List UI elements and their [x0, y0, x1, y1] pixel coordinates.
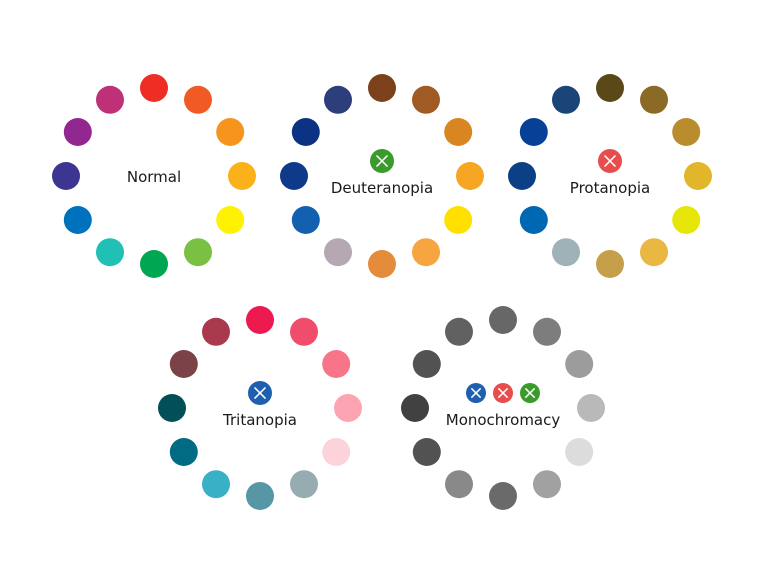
color-dot [96, 85, 124, 114]
color-dot [52, 162, 80, 190]
wheel-tritanopia: Tritanopia [158, 306, 362, 510]
color-dot [552, 238, 580, 267]
wheel-deuteranopia: Deuteranopia [280, 74, 484, 278]
color-dot [533, 470, 561, 499]
color-dot [672, 118, 701, 146]
color-dot [577, 394, 605, 422]
color-dot [640, 238, 668, 267]
color-dot [368, 74, 396, 102]
color-dot [184, 238, 212, 267]
x-icon [248, 381, 272, 405]
color-dot [63, 118, 92, 146]
color-dot [445, 470, 473, 499]
color-dot [508, 162, 536, 190]
color-dot [228, 162, 256, 190]
color-dot [184, 85, 212, 114]
color-dot [552, 85, 580, 114]
color-dot [533, 317, 561, 346]
color-dot [324, 238, 352, 267]
color-dot [158, 394, 186, 422]
color-dot [96, 238, 124, 267]
color-dot [322, 438, 351, 466]
color-dot [565, 438, 594, 466]
x-icon [466, 383, 486, 403]
color-dot [412, 350, 441, 378]
color-dot [324, 85, 352, 114]
color-dot [412, 238, 440, 267]
color-dot [684, 162, 712, 190]
color-dot [672, 206, 701, 234]
wheel-label: Protanopia [570, 179, 650, 197]
color-dot [640, 85, 668, 114]
x-icon [598, 149, 622, 173]
color-dot [290, 470, 318, 499]
color-dot [246, 306, 274, 334]
color-dot [445, 317, 473, 346]
color-dot [140, 250, 168, 278]
color-dot [444, 206, 473, 234]
color-dot [444, 118, 473, 146]
wheel-label: Monochromacy [446, 411, 561, 429]
color-dot [519, 206, 548, 234]
color-dot [368, 250, 396, 278]
color-dot [216, 118, 245, 146]
color-dot [489, 482, 517, 510]
color-dot [63, 206, 92, 234]
wheel-label: Normal [127, 168, 181, 186]
color-dot [140, 74, 168, 102]
color-dot [519, 118, 548, 146]
color-dot [565, 350, 594, 378]
color-dot [202, 317, 230, 346]
color-dot [202, 470, 230, 499]
color-dot [412, 438, 441, 466]
wheel-label: Deuteranopia [331, 179, 433, 197]
color-dot [290, 317, 318, 346]
color-dot [322, 350, 351, 378]
color-dot [291, 118, 320, 146]
color-dot [291, 206, 320, 234]
wheel-label: Tritanopia [222, 411, 297, 429]
wheel-protanopia: Protanopia [508, 74, 712, 278]
x-icon [520, 383, 540, 403]
color-dot [169, 438, 198, 466]
color-dot [456, 162, 484, 190]
wheel-normal: Normal [52, 74, 256, 278]
color-dot [169, 350, 198, 378]
color-dot [216, 206, 245, 234]
color-dot [412, 85, 440, 114]
wheel-monochromacy: Monochromacy [401, 306, 605, 510]
x-icon [370, 149, 394, 173]
color-dot [280, 162, 308, 190]
color-dot [596, 250, 624, 278]
color-dot [334, 394, 362, 422]
color-dot [596, 74, 624, 102]
color-blindness-diagram: Normal Deuteranopia Protanopia Tritanopi… [52, 74, 712, 510]
color-dot [401, 394, 429, 422]
color-dot [489, 306, 517, 334]
x-icon [493, 383, 513, 403]
color-dot [246, 482, 274, 510]
